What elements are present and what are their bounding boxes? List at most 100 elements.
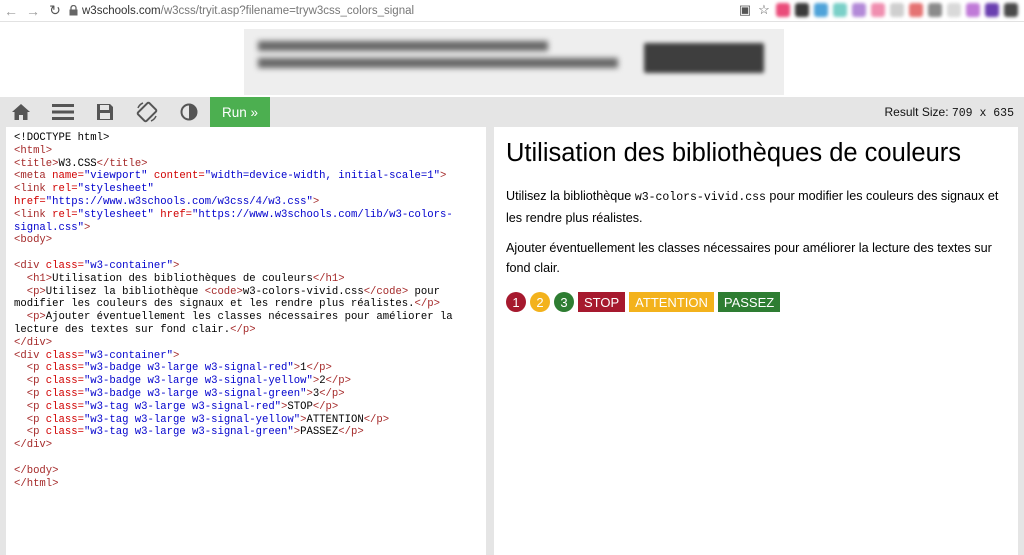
extension-icon[interactable] xyxy=(871,3,885,17)
code-token: "w3-container" xyxy=(83,349,173,362)
code-line: lecture des textes sur fond clair.</p> xyxy=(14,324,486,337)
code-token: ATTENTION xyxy=(306,413,364,426)
extension-icon[interactable] xyxy=(852,3,866,17)
extension-icons: ▣ ☆ xyxy=(738,3,1018,17)
extension-icon[interactable] xyxy=(833,3,847,17)
code-token: "w3-tag w3-large w3-signal-yellow" xyxy=(83,413,301,426)
code-line: <p class="w3-badge w3-large w3-signal-gr… xyxy=(14,388,486,401)
extension-icon[interactable] xyxy=(890,3,904,17)
code-token: "viewport" xyxy=(83,170,154,183)
code-token: </p> xyxy=(325,375,351,388)
code-token: PASSEZ xyxy=(300,426,339,439)
code-token: <link xyxy=(14,183,53,196)
code-token: W3.CSS xyxy=(58,157,97,170)
url-field[interactable]: w3schools.com/w3css/tryit.asp?filename=t… xyxy=(82,5,414,17)
bookmark-star-icon[interactable]: ☆ xyxy=(757,3,771,17)
code-token: class= xyxy=(45,413,84,426)
code-line: <p class="w3-tag w3-large w3-signal-yell… xyxy=(14,414,486,427)
extension-icon[interactable] xyxy=(928,3,942,17)
result-heading: Utilisation des bibliothèques de couleur… xyxy=(506,139,962,167)
code-token: lecture des textes sur fond clair. xyxy=(14,323,231,336)
code-token: href= xyxy=(160,208,193,221)
result-size: Result Size: 709 x 635 xyxy=(885,105,1015,120)
url-path: /w3css/tryit.asp?filename=tryw3css_color… xyxy=(160,4,415,17)
code-token: modifier les couleurs des signaux et les… xyxy=(14,298,415,311)
code-token: "https://www.w3schools.com/lib/w3-colors… xyxy=(192,208,453,221)
extension-icon[interactable] xyxy=(814,3,828,17)
code-token: </div> xyxy=(14,336,53,349)
code-line: <p class="w3-badge w3-large w3-signal-ye… xyxy=(14,375,486,388)
lock-icon[interactable] xyxy=(66,0,80,22)
code-token: "w3-container" xyxy=(83,259,173,272)
extension-icon[interactable] xyxy=(776,3,790,17)
run-button[interactable]: Run » xyxy=(210,97,270,127)
p1-text-before: Utilisez la bibliothèque xyxy=(506,189,635,203)
code-line: <p class="w3-badge w3-large w3-signal-re… xyxy=(14,362,486,375)
code-line: <html> xyxy=(14,145,486,158)
code-line: <link rel="stylesheet" href="https://www… xyxy=(14,209,486,222)
translate-icon[interactable]: ▣ xyxy=(738,3,752,17)
code-line: </html> xyxy=(14,478,486,491)
code-token: <h1> xyxy=(26,272,53,285)
code-line: <body> xyxy=(14,234,486,247)
code-token: > xyxy=(83,221,91,234)
code-token: Utilisez la bibliothèque xyxy=(45,285,205,298)
code-line: </body> xyxy=(14,465,486,478)
code-line: <div class="w3-container"> xyxy=(14,350,486,363)
code-token: class= xyxy=(45,375,84,388)
extension-icon[interactable] xyxy=(947,3,961,17)
extension-icon[interactable] xyxy=(966,3,980,17)
code-token: </p> xyxy=(306,362,332,375)
code-token: "w3-badge w3-large w3-signal-yellow" xyxy=(83,375,313,388)
code-token: class= xyxy=(45,426,84,439)
code-token: <p xyxy=(26,375,46,388)
code-line: <p>Utilisez la bibliothèque <code>w3-col… xyxy=(14,286,486,299)
code-token: <p xyxy=(26,426,46,439)
code-token: </body> xyxy=(14,464,59,477)
code-token: > xyxy=(312,195,320,208)
code-token: > xyxy=(172,259,180,272)
code-line: <link rel="stylesheet" xyxy=(14,183,486,196)
code-token: </p> xyxy=(338,426,364,439)
menu-icon[interactable] xyxy=(42,97,84,127)
code-token: <p xyxy=(26,413,46,426)
code-token: > xyxy=(439,170,447,183)
code-token: <body> xyxy=(14,234,53,247)
ad-blurred-button[interactable] xyxy=(644,43,764,73)
result-size-value: 709 x 635 xyxy=(951,107,1014,120)
code-token: </p> xyxy=(363,413,390,426)
code-token: class= xyxy=(45,259,84,272)
url-host: w3schools.com xyxy=(82,4,161,17)
code-token: signal.css" xyxy=(14,221,84,234)
extension-icon[interactable] xyxy=(1004,3,1018,17)
extension-icon[interactable] xyxy=(985,3,999,17)
forward-arrow-icon[interactable]: → xyxy=(22,0,44,22)
ad-box[interactable] xyxy=(244,29,784,95)
browser-address-bar: ← → ↻ w3schools.com/w3css/tryit.asp?file… xyxy=(0,0,1024,22)
extension-icon[interactable] xyxy=(909,3,923,17)
ad-blurred-text xyxy=(258,41,618,75)
code-token: </title> xyxy=(96,157,148,170)
code-token: "w3-tag w3-large w3-signal-red" xyxy=(83,400,282,413)
back-arrow-icon[interactable]: ← xyxy=(0,0,22,22)
result-size-label: Result Size: xyxy=(884,105,949,119)
code-editor[interactable]: <!DOCTYPE html> <html> <title>W3.CSS</titl… xyxy=(6,127,486,555)
rotate-icon[interactable] xyxy=(126,97,168,127)
home-icon[interactable] xyxy=(0,97,42,127)
contrast-icon[interactable] xyxy=(168,97,210,127)
code-token: <p xyxy=(26,362,46,375)
code-line: <title>W3.CSS</title> xyxy=(14,158,486,171)
code-line: </div> xyxy=(14,439,486,452)
reload-icon[interactable]: ↻ xyxy=(44,0,66,22)
code-token: rel= xyxy=(52,183,78,196)
extension-icon[interactable] xyxy=(795,3,809,17)
code-token: </p> xyxy=(319,387,345,400)
save-icon[interactable] xyxy=(84,97,126,127)
